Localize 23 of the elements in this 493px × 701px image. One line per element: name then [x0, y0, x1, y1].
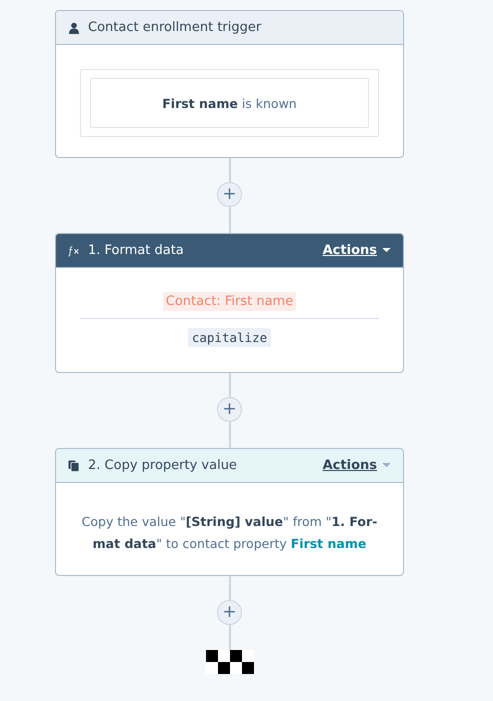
- add-step-button[interactable]: +: [217, 600, 242, 625]
- property-link[interactable]: First name: [290, 536, 366, 551]
- function-icon: [68, 244, 80, 256]
- step-card[interactable]: Contact enrollment trigger First name is known: [55, 10, 404, 158]
- caret-icon: [382, 463, 391, 468]
- add-step-button[interactable]: +: [217, 182, 242, 207]
- add-step-button[interactable]: +: [217, 397, 242, 422]
- actions-dropdown[interactable]: Actions: [322, 243, 391, 258]
- step-title: 2. Copy property value: [88, 458, 238, 473]
- actions-dropdown[interactable]: Actions: [322, 458, 391, 473]
- step-title: Contact enrollment trigger: [88, 20, 262, 35]
- property-token: Contact: First name: [162, 292, 296, 311]
- finish-flag-icon: [206, 650, 254, 674]
- copy-icon: [68, 460, 80, 472]
- function-token: capitalize: [188, 328, 272, 347]
- condition-text: First name is known: [162, 96, 297, 110]
- person-icon: [68, 22, 80, 34]
- step-card[interactable]: 2. Copy property value Actions Copy the value "[String] value" from "1. For-mat data" to contact property First name: [55, 448, 404, 576]
- caret-icon: [382, 248, 391, 253]
- step-title: 1. Format data: [88, 243, 185, 258]
- filter-condition[interactable]: First name is known: [90, 78, 369, 128]
- step-card[interactable]: 1. Format data Actions Contact: First name capitalize: [55, 233, 404, 373]
- action-description: Copy the value "[String] value" from "1. For-mat data" to contact property First name: [80, 513, 378, 553]
